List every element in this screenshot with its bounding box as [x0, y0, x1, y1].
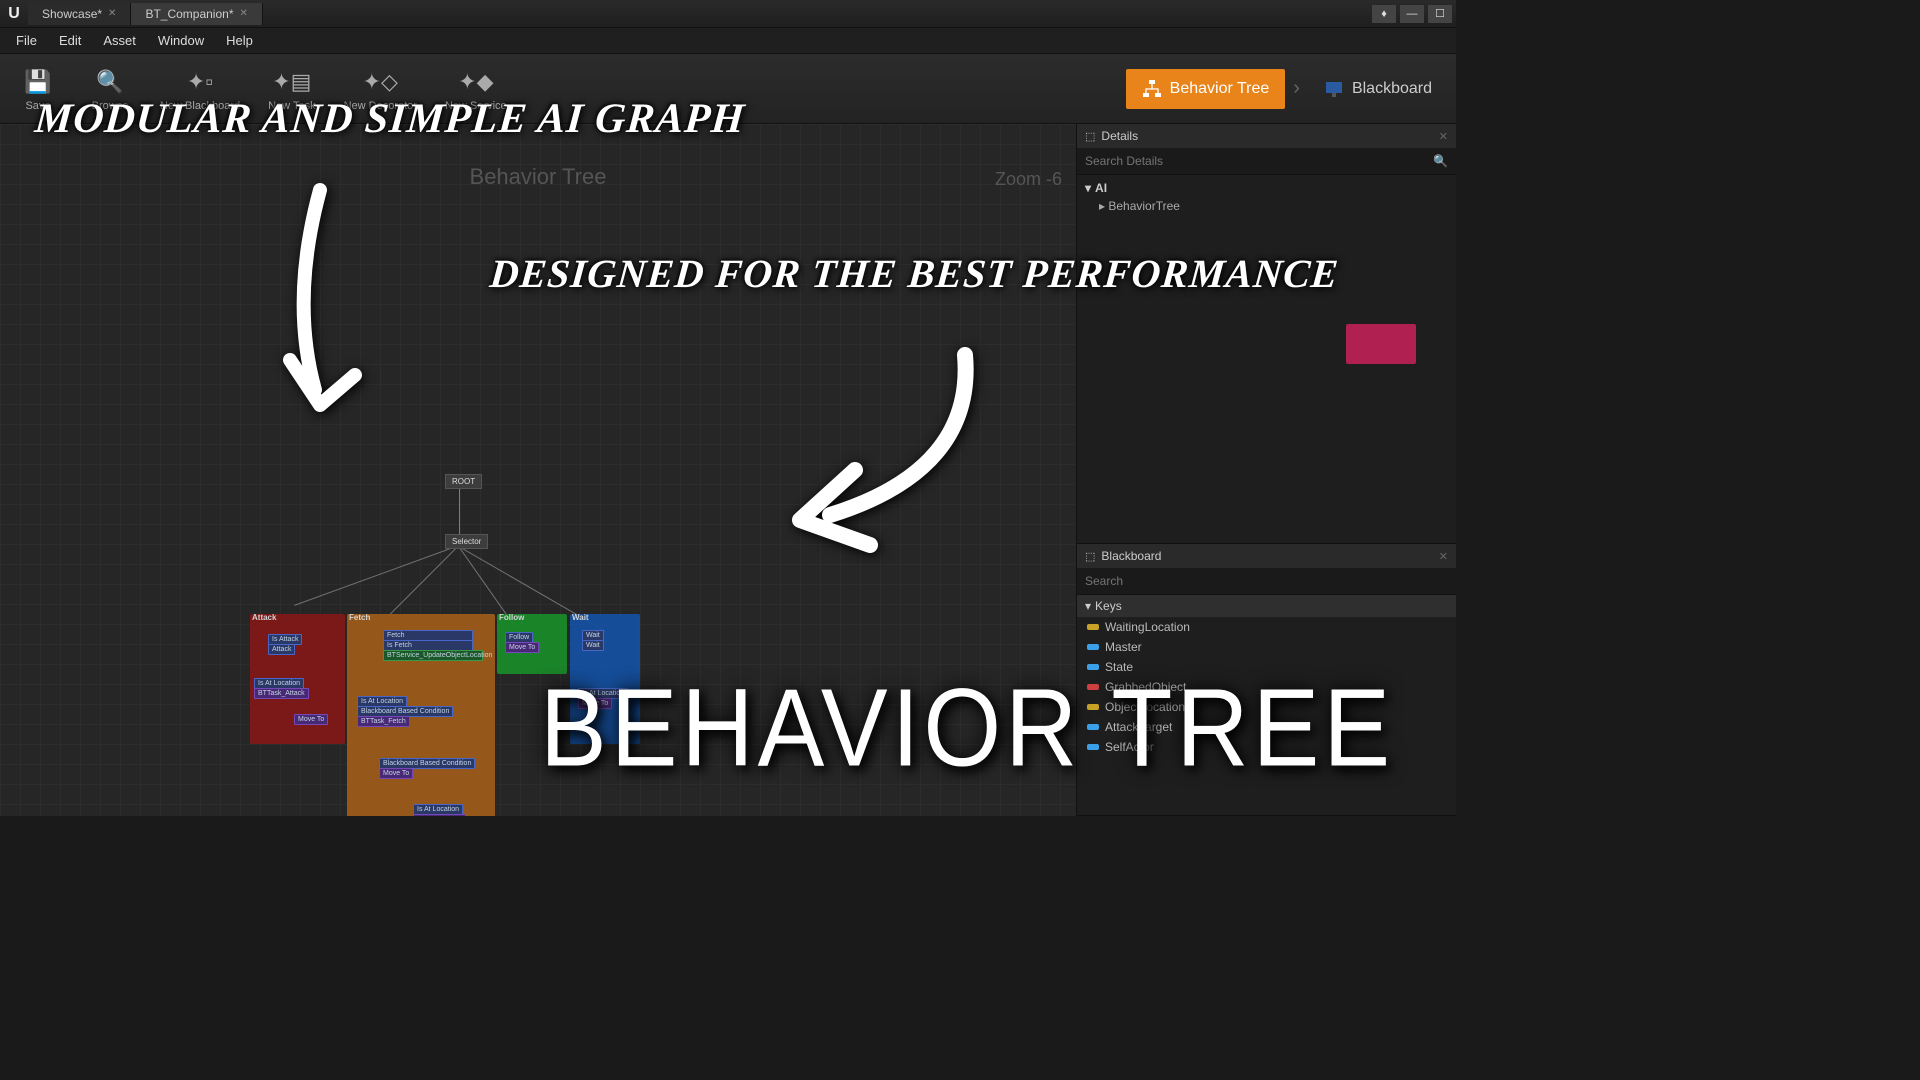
key-label: Master [1105, 640, 1142, 654]
bt-node[interactable]: Move To [294, 714, 328, 725]
service-icon: ✦◆ [460, 66, 492, 98]
details-search-input[interactable] [1077, 148, 1425, 174]
menu-edit[interactable]: Edit [49, 30, 91, 51]
blackboard-icon: ✦▫ [184, 66, 216, 98]
tab-label: BT_Companion* [145, 7, 233, 21]
minimize-button[interactable]: — [1400, 5, 1424, 23]
keys-header[interactable]: ▾ Keys [1077, 595, 1456, 617]
blackboard-icon [1324, 79, 1344, 99]
mode-label: Behavior Tree [1170, 80, 1270, 98]
region-attack[interactable]: Attack Is Attack Attack Is At Location B… [250, 614, 345, 744]
task-icon: ✦▤ [276, 66, 308, 98]
save-icon: 💾 [22, 66, 54, 98]
decorator-icon: ✦◇ [364, 66, 396, 98]
key-type-icon [1087, 644, 1099, 650]
search-icon[interactable]: 🔍 [1425, 154, 1456, 168]
section-behaviortree[interactable]: ▸ BehaviorTree [1085, 199, 1448, 213]
key-label: WaitingLocation [1105, 620, 1190, 634]
mode-behavior-tree[interactable]: Behavior Tree [1126, 69, 1286, 109]
panel-icon: ⬚ [1085, 550, 1095, 563]
section-ai[interactable]: ▾ AI [1085, 181, 1448, 195]
tab-label: Showcase* [42, 7, 102, 21]
bt-node[interactable]: Wait [582, 640, 604, 651]
overlay-text-1: MODULAR AND SIMPLE AI GRAPH [33, 95, 747, 143]
source-control-icon[interactable]: ♦ [1372, 5, 1396, 23]
unreal-logo-icon: U [0, 0, 28, 28]
bt-node[interactable]: Move To [505, 642, 539, 653]
details-panel: ⬚ Details ✕ 🔍 ▾ AI ▸ BehaviorTree [1077, 124, 1456, 544]
blackboard-key[interactable]: Master [1077, 637, 1456, 657]
mode-label: Blackboard [1352, 80, 1432, 98]
mode-blackboard[interactable]: Blackboard [1308, 69, 1448, 109]
region-label: Wait [572, 613, 589, 622]
bt-selector-node[interactable]: Selector [445, 534, 488, 549]
region-label: Attack [252, 613, 276, 622]
panel-title: Details [1101, 129, 1138, 143]
tab-showcase[interactable]: Showcase* ✕ [28, 3, 131, 25]
bt-root-node[interactable]: ROOT [445, 474, 482, 489]
bt-node[interactable]: BTTask_Fetch [357, 716, 410, 727]
key-type-icon [1087, 624, 1099, 630]
close-icon[interactable]: ✕ [1439, 550, 1448, 563]
graph-title: Behavior Tree [470, 164, 607, 190]
panel-header[interactable]: ⬚ Blackboard ✕ [1077, 544, 1456, 568]
tree-icon [1142, 79, 1162, 99]
maximize-button[interactable]: ☐ [1428, 5, 1452, 23]
tab-bt-companion[interactable]: BT_Companion* ✕ [131, 3, 262, 25]
bt-node[interactable]: BTTask_Fetch [413, 814, 466, 816]
zoom-indicator: Zoom -6 [995, 169, 1062, 190]
panel-header[interactable]: ⬚ Details ✕ [1077, 124, 1456, 148]
panel-icon: ⬚ [1085, 130, 1095, 143]
bt-node[interactable]: Attack [268, 644, 295, 655]
region-label: Follow [499, 613, 524, 622]
overlay-text-2: DESIGNED FOR THE BEST PERFORMANCE [488, 250, 1341, 297]
close-icon[interactable]: ✕ [1439, 130, 1448, 143]
menu-file[interactable]: File [6, 30, 47, 51]
node-thumbnail [1346, 324, 1416, 364]
region-fetch[interactable]: Fetch Fetch Is Fetch BTService_UpdateObj… [347, 614, 495, 816]
blackboard-search-input[interactable] [1077, 568, 1456, 594]
bt-node[interactable]: BTService_UpdateObjectLocation [383, 650, 483, 661]
menu-help[interactable]: Help [216, 30, 263, 51]
browse-icon: 🔍 [94, 66, 126, 98]
bt-node[interactable]: Move To [379, 768, 413, 779]
blackboard-key[interactable]: WaitingLocation [1077, 617, 1456, 637]
close-icon[interactable]: ✕ [240, 8, 248, 19]
menubar: File Edit Asset Window Help [0, 28, 1456, 54]
titlebar: U Showcase* ✕ BT_Companion* ✕ ♦ — ☐ [0, 0, 1456, 28]
region-label: Fetch [349, 613, 370, 622]
panel-title: Blackboard [1101, 549, 1161, 563]
menu-window[interactable]: Window [148, 30, 214, 51]
breadcrumb-sep-icon: › [1293, 77, 1300, 100]
bt-node[interactable]: BTTask_Attack [254, 688, 309, 699]
overlay-title: BEHAVIOR TREE [540, 665, 1394, 792]
menu-asset[interactable]: Asset [93, 30, 146, 51]
close-icon[interactable]: ✕ [108, 8, 116, 19]
